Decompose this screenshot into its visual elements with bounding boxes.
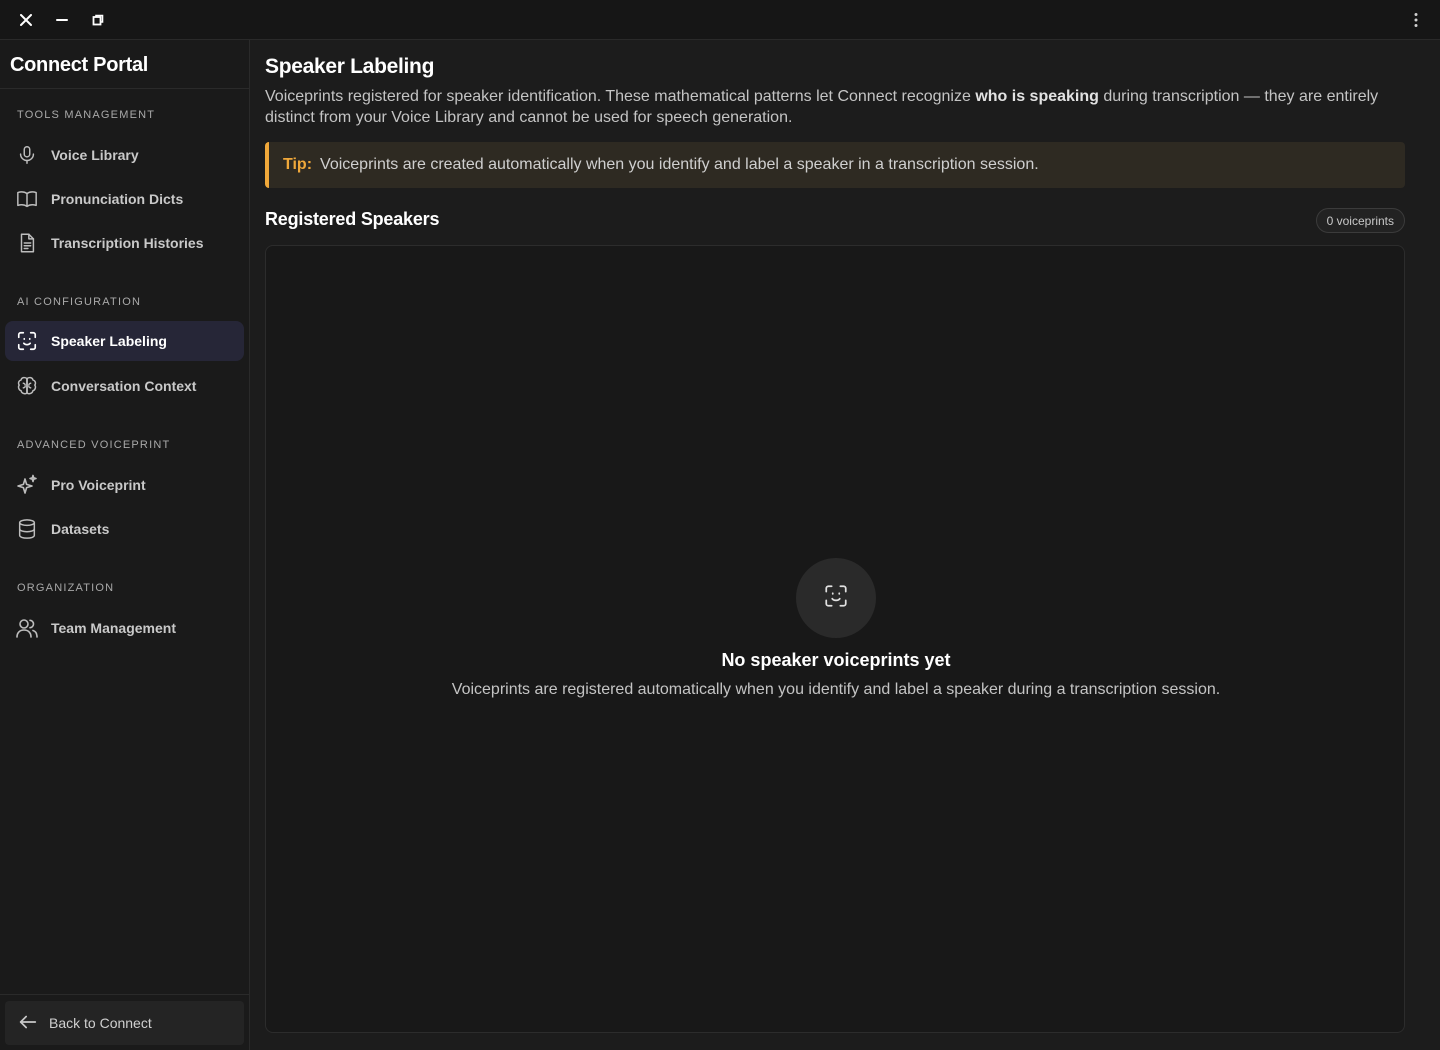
minimize-icon[interactable] (50, 8, 74, 32)
description-text: Voiceprints registered for speaker ident… (265, 88, 976, 105)
empty-state-icon-container (796, 558, 876, 638)
sidebar-item-label: Team Management (51, 620, 176, 636)
description-emphasis: who is speaking (975, 88, 1099, 105)
sidebar-item-voice-library[interactable]: Voice Library (5, 135, 244, 175)
arrow-left-icon (17, 1011, 41, 1035)
microphone-icon (15, 143, 39, 167)
registered-speakers-heading: Registered Speakers (265, 209, 440, 229)
sidebar-item-label: Transcription Histories (51, 235, 204, 251)
window-titlebar (0, 0, 1440, 40)
sidebar-item-datasets[interactable]: Datasets (5, 509, 244, 549)
sidebar-item-label: Conversation Context (51, 378, 197, 394)
sidebar-item-label: Voice Library (51, 147, 139, 163)
section-label-organization: ORGANIZATION (17, 582, 115, 594)
main-content: Speaker Labeling Voiceprints registered … (250, 40, 1440, 1050)
section-label-ai-configuration: AI CONFIGURATION (17, 296, 142, 308)
tip-label: Tip: (283, 156, 313, 173)
document-icon (15, 231, 39, 255)
back-label: Back to Connect (49, 1015, 152, 1031)
tip-banner: Tip: Voiceprints are created automatical… (265, 142, 1405, 188)
database-icon (15, 517, 39, 541)
section-label-advanced-voiceprint: ADVANCED VOICEPRINT (17, 439, 171, 451)
sidebar-item-conversation-context[interactable]: Conversation Context (5, 366, 244, 406)
sidebar-item-team-management[interactable]: Team Management (5, 608, 244, 648)
app-brand: Connect Portal (10, 54, 149, 76)
back-to-connect-button[interactable]: Back to Connect (5, 1001, 244, 1045)
voiceprint-count-badge: 0 voiceprints (1315, 208, 1405, 233)
sparkles-icon (15, 473, 39, 497)
close-icon[interactable] (14, 8, 38, 32)
sidebar-item-transcription-histories[interactable]: Transcription Histories (5, 223, 244, 263)
speakers-panel: No speaker voiceprints yet Voiceprints a… (265, 245, 1405, 1033)
sidebar-item-pronunciation-dicts[interactable]: Pronunciation Dicts (5, 179, 244, 219)
face-scan-icon (823, 583, 849, 614)
section-label-tools-management: TOOLS MANAGEMENT (17, 109, 156, 121)
empty-state-description: Voiceprints are registered automatically… (451, 681, 1221, 698)
sidebar-item-label: Speaker Labeling (51, 333, 167, 349)
sidebar-item-label: Pro Voiceprint (51, 477, 146, 493)
page-title: Speaker Labeling (265, 55, 435, 78)
empty-state-title: No speaker voiceprints yet (721, 650, 951, 670)
sidebar-item-pro-voiceprint[interactable]: Pro Voiceprint (5, 465, 244, 505)
users-icon (15, 616, 39, 640)
more-vertical-icon[interactable] (1404, 8, 1428, 32)
brain-icon (15, 374, 39, 398)
book-icon (15, 187, 39, 211)
sidebar-item-label: Pronunciation Dicts (51, 191, 184, 207)
sidebar: Connect Portal TOOLS MANAGEMENT Voice Li… (0, 40, 250, 1050)
brand-divider (0, 88, 249, 89)
sidebar-item-speaker-labeling[interactable]: Speaker Labeling (5, 321, 244, 361)
face-scan-icon (15, 329, 39, 353)
page-description: Voiceprints registered for speaker ident… (265, 86, 1405, 128)
restore-icon[interactable] (86, 8, 110, 32)
back-divider (0, 994, 249, 995)
tip-text: Voiceprints are created automatically wh… (320, 156, 1039, 173)
sidebar-item-label: Datasets (51, 521, 110, 537)
